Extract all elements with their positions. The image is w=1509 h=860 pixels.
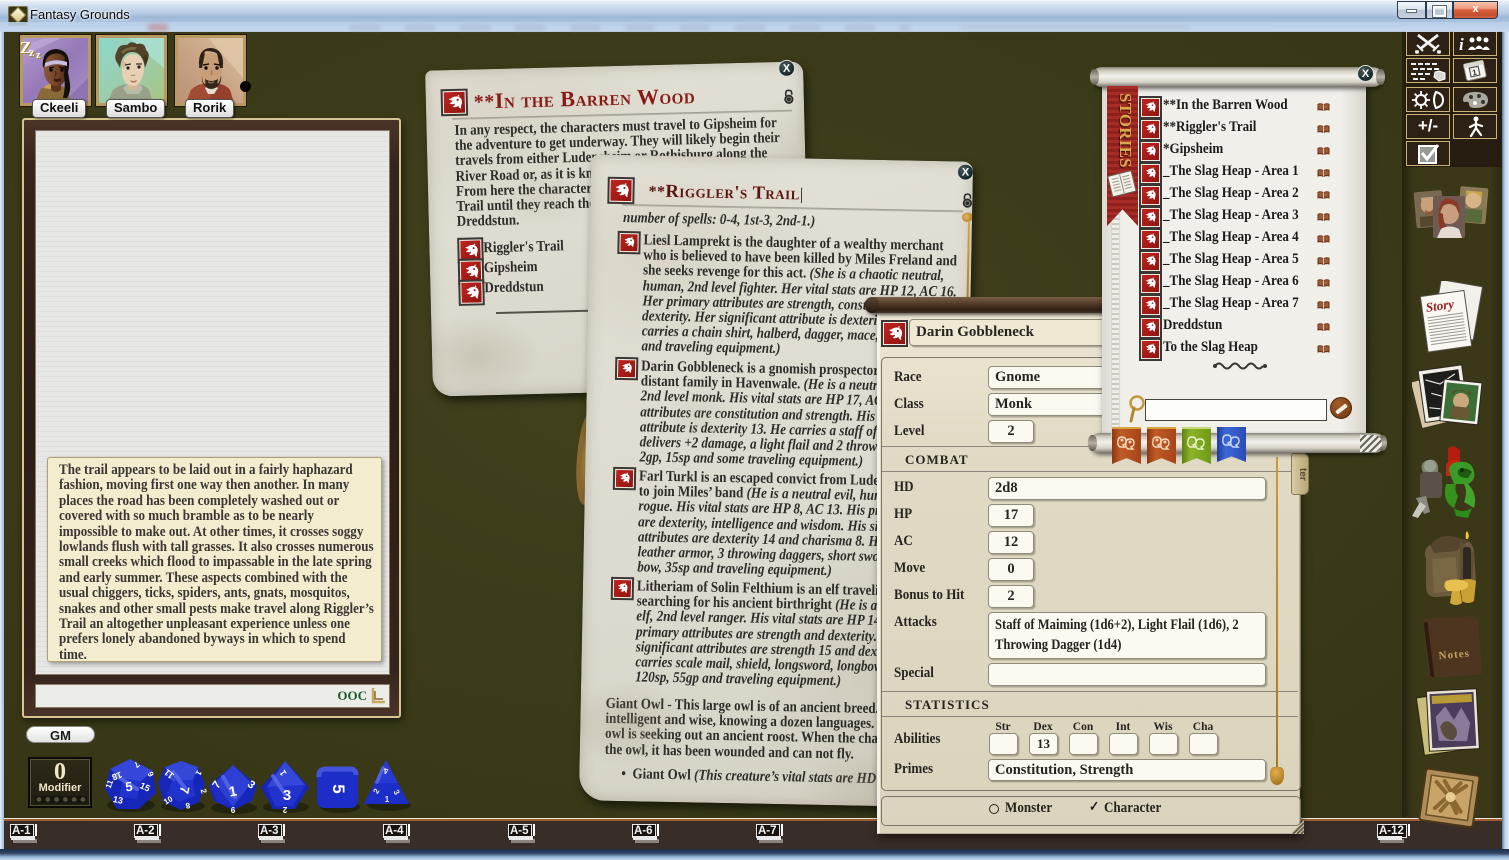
svg-text:9: 9 [230, 805, 235, 814]
svg-text:2: 2 [282, 805, 287, 814]
svg-text:1: 1 [385, 795, 390, 804]
svg-text:i: i [1459, 35, 1464, 54]
svg-text:3: 3 [283, 787, 291, 804]
svg-text:5: 5 [329, 784, 348, 793]
svg-text:4: 4 [383, 766, 388, 775]
svg-text:13: 13 [112, 794, 124, 806]
